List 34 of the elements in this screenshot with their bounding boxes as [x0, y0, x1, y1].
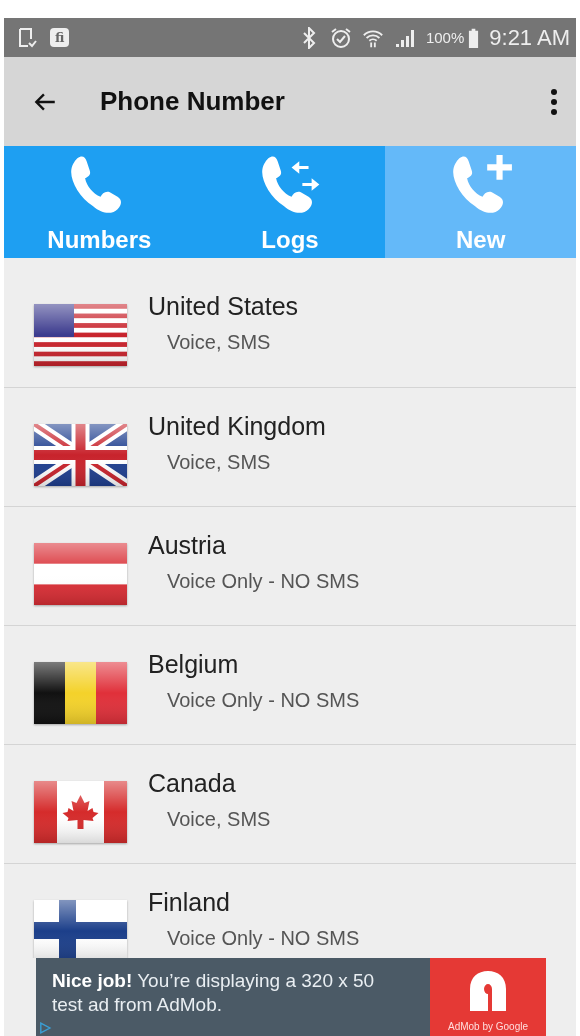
- flag-icon: [34, 662, 127, 724]
- country-item[interactable]: United Kingdom Voice, SMS: [4, 387, 576, 506]
- country-features: Voice, SMS: [167, 331, 272, 354]
- battery-percent: 100%: [425, 29, 465, 46]
- battery-icon: [468, 26, 480, 49]
- flag-icon: [34, 304, 127, 366]
- flag-icon: [34, 543, 127, 605]
- country-item[interactable]: United States Voice, SMS: [4, 268, 576, 387]
- flag-icon: [34, 424, 127, 486]
- country-features: Voice Only - NO SMS: [167, 570, 361, 593]
- ad-brand: AdMob by Google: [447, 1021, 529, 1032]
- country-item[interactable]: Austria Voice Only - NO SMS: [4, 506, 576, 625]
- ad-message: Nice job! You’re displaying a 320 x 50 test ad from AdMob.: [52, 969, 376, 1017]
- country-features: Voice Only - NO SMS: [167, 689, 361, 712]
- country-features: Voice, SMS: [167, 808, 272, 831]
- clock-time: 9:21 AM: [489, 24, 570, 51]
- country-name: Belgium: [148, 650, 240, 679]
- country-item[interactable]: Belgium Voice Only - NO SMS: [4, 625, 576, 744]
- alarm-clock-icon: [329, 26, 352, 49]
- country-name: United States: [148, 292, 300, 321]
- flag-icon: [34, 900, 127, 958]
- more-options-icon: [550, 87, 558, 116]
- ad-banner[interactable]: Nice job! You’re displaying a 320 x 50 test ad from AdMob. AdMob by Google: [36, 958, 546, 1036]
- screen-title: Phone Number: [100, 86, 286, 117]
- flag-icon: [34, 781, 127, 843]
- country-features: Voice Only - NO SMS: [167, 927, 361, 950]
- country-name: United Kingdom: [148, 412, 327, 441]
- app-badge: fi: [50, 28, 70, 47]
- country-item[interactable]: Canada Voice, SMS: [4, 744, 576, 863]
- country-name: Austria: [148, 531, 227, 560]
- country-name: Canada: [148, 769, 237, 798]
- country-features: Voice, SMS: [167, 451, 272, 474]
- play-icon: [38, 1021, 52, 1035]
- country-name: Finland: [148, 888, 231, 917]
